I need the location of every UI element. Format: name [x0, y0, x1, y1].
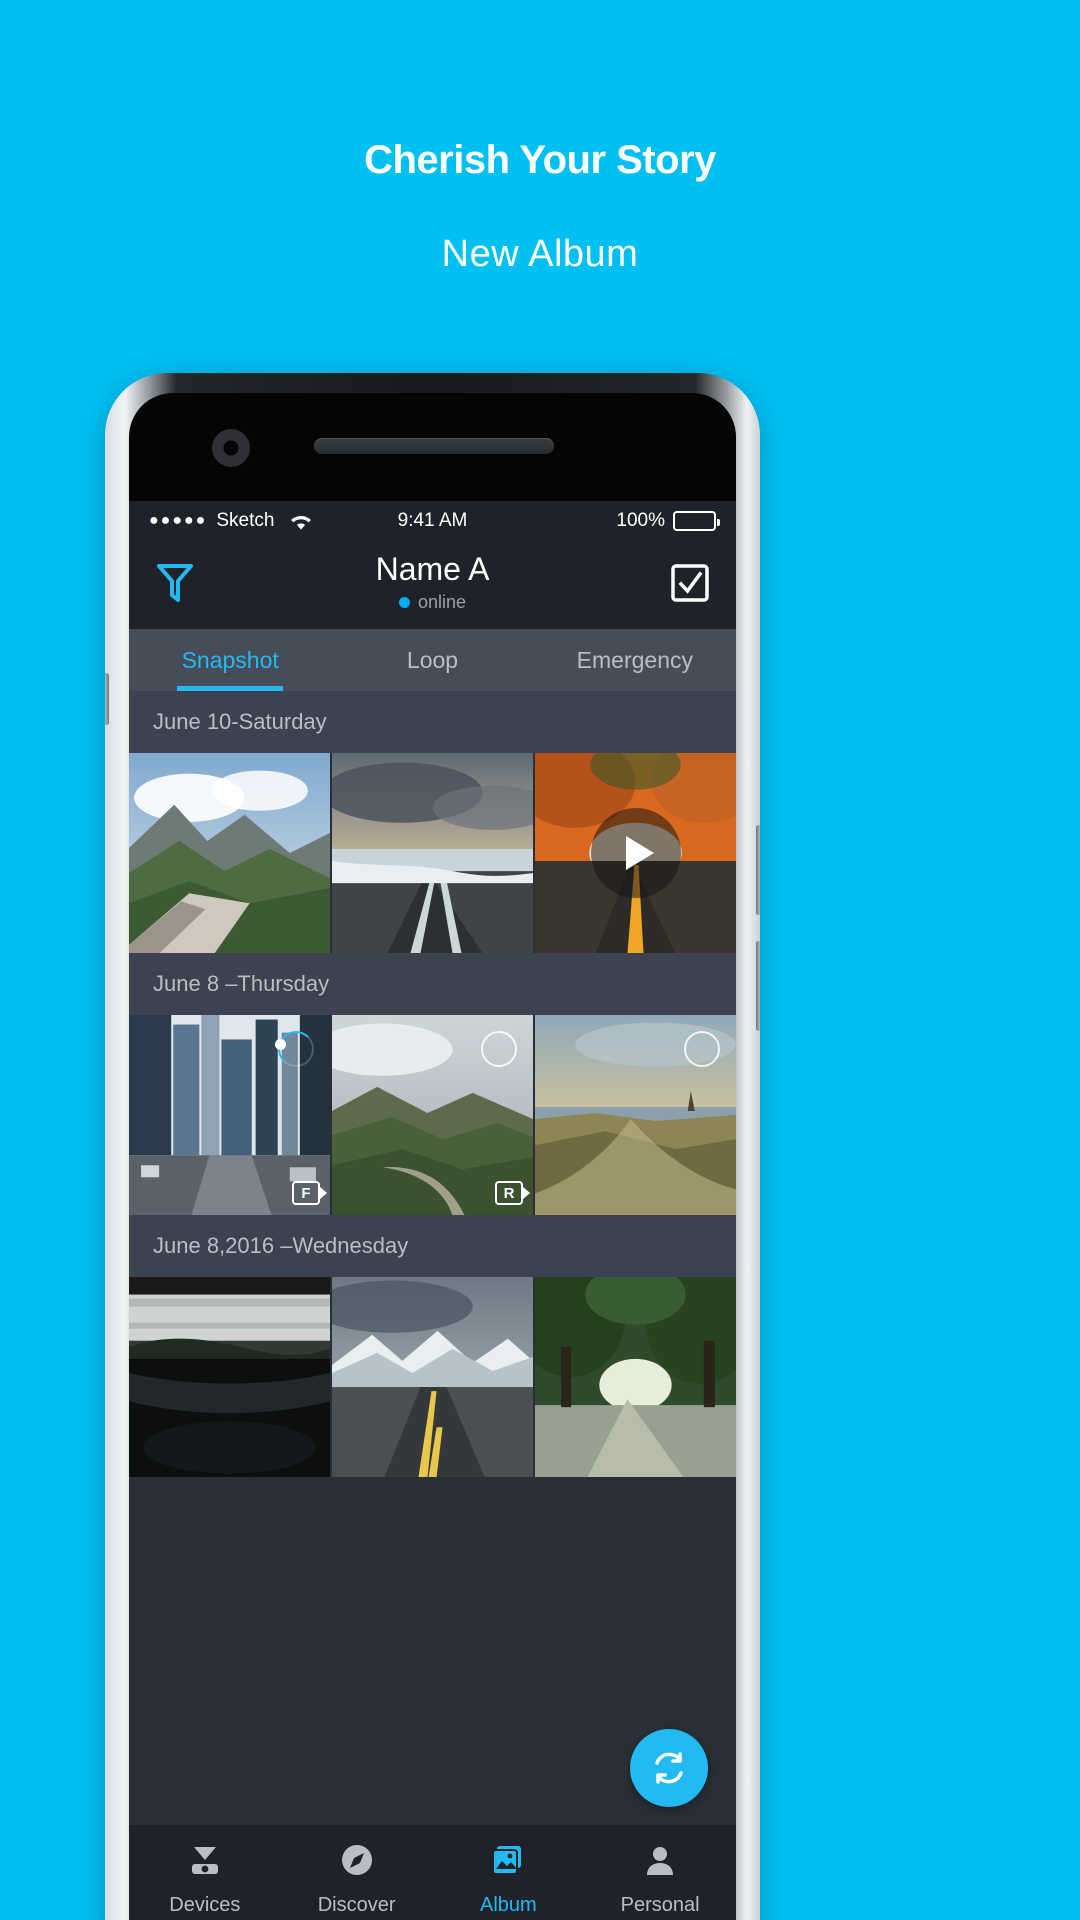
photo-cell[interactable] [129, 1277, 330, 1477]
volume-up-button[interactable] [756, 825, 760, 915]
sync-button[interactable] [630, 1729, 708, 1807]
status-badge: online [129, 592, 736, 613]
promo-banner: Cherish Your Story New Album [0, 0, 1080, 276]
tab-snapshot[interactable]: Snapshot [129, 629, 331, 691]
tab-label: Loop [406, 646, 459, 673]
album-photos-icon [490, 1842, 526, 1884]
nav-title-group: Name A online [129, 551, 736, 613]
battery-indicator: 100% [616, 510, 720, 532]
tab-discover[interactable]: Discover [281, 1825, 433, 1920]
select-circle[interactable] [684, 1031, 720, 1067]
page-title: Name A [375, 551, 490, 587]
promo-headline: Cherish Your Story [364, 138, 716, 182]
checkbox-checked-icon[interactable] [670, 563, 710, 608]
tab-loop[interactable]: Loop [331, 629, 533, 691]
phone-screen: ●●●●● Sketch 9:41 AM 100% Name A online … [129, 501, 736, 1920]
bottom-tab-bar: Devices Discover Album Personal [129, 1825, 736, 1920]
photo-cell[interactable]: R [332, 1015, 533, 1215]
volume-down-button[interactable] [756, 941, 760, 1031]
photo-cell[interactable] [332, 753, 533, 953]
battery-percent-label: 100% [616, 510, 665, 531]
tab-label: Devices [169, 1893, 241, 1916]
wifi-icon [288, 512, 314, 531]
signal-strength-icon: ●●●●● [149, 512, 208, 529]
photo-grid-row: F R [129, 1015, 736, 1215]
photo-cell[interactable]: F [129, 1015, 330, 1215]
front-camera-icon [212, 429, 250, 467]
photo-cell[interactable] [535, 1277, 736, 1477]
photo-grid-row [129, 1277, 736, 1477]
photo-cell[interactable] [535, 753, 736, 953]
tab-label: Discover [317, 1893, 396, 1916]
tab-label: Snapshot [181, 646, 279, 673]
photo-cell[interactable] [535, 1015, 736, 1215]
tab-personal[interactable]: Personal [584, 1825, 736, 1920]
badge-front-camera: F [292, 1181, 327, 1205]
filter-icon[interactable] [155, 562, 195, 609]
tab-devices[interactable]: Devices [129, 1825, 281, 1920]
phone-body: ●●●●● Sketch 9:41 AM 100% Name A online … [129, 393, 736, 1920]
segmented-tabs: Snapshot Loop Emergency [129, 629, 736, 691]
compass-icon [339, 1842, 375, 1884]
phone-top-bezel [129, 393, 736, 501]
person-icon [642, 1842, 678, 1884]
sync-refresh-icon [655, 1752, 683, 1784]
play-button[interactable] [590, 808, 681, 898]
date-header: June 8,2016 –Wednesday [129, 1215, 736, 1277]
earpiece-speaker [314, 438, 554, 454]
promo-subheadline: New Album [441, 233, 639, 275]
online-status-label: online [417, 592, 467, 612]
tab-emergency[interactable]: Emergency [534, 629, 736, 691]
carrier-label: Sketch [216, 510, 275, 531]
select-circle[interactable] [481, 1031, 517, 1067]
devices-icon [187, 1842, 223, 1884]
download-progress-ring[interactable] [275, 1031, 314, 1067]
date-header: June 8 –Thursday [129, 953, 736, 1015]
tab-label: Album [480, 1893, 537, 1916]
photo-cell[interactable] [129, 753, 330, 953]
online-dot-icon [398, 597, 410, 608]
tab-label: Emergency [576, 646, 693, 673]
date-header: June 10-Saturday [129, 691, 736, 753]
photo-cell[interactable] [332, 1277, 533, 1477]
status-bar: ●●●●● Sketch 9:41 AM 100% [129, 501, 736, 541]
power-button[interactable] [105, 673, 109, 725]
navigation-bar: Name A online [129, 541, 736, 629]
badge-rear-camera: R [495, 1181, 530, 1205]
photo-grid-row [129, 753, 736, 953]
phone-mockup: ●●●●● Sketch 9:41 AM 100% Name A online … [105, 373, 760, 1920]
tab-label: Personal [620, 1893, 700, 1916]
play-icon [625, 836, 654, 870]
tab-album[interactable]: Album [433, 1825, 585, 1920]
battery-full-icon [673, 511, 720, 531]
